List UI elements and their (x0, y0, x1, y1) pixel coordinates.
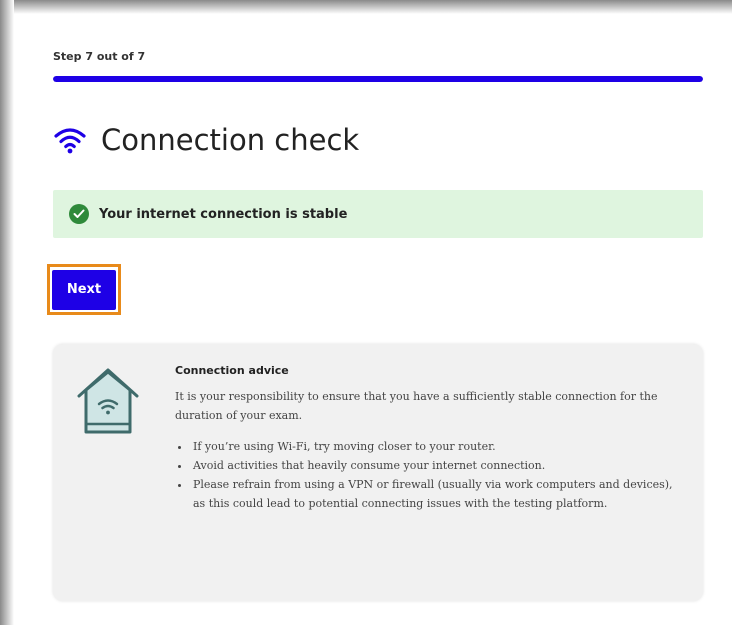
page-header: Connection check (53, 118, 359, 162)
progress-bar-fill (53, 76, 703, 82)
list-item: Avoid activities that heavily consume yo… (191, 456, 675, 475)
advice-list: If you’re using Wi-Fi, try moving closer… (175, 437, 675, 513)
wifi-icon (54, 128, 86, 154)
advice-content: Connection advice It is your responsibil… (175, 364, 675, 513)
check-circle-icon (69, 204, 89, 224)
connection-advice-card: Connection advice It is your responsibil… (53, 344, 703, 601)
step-indicator: Step 7 out of 7 (53, 50, 146, 63)
page-title: Connection check (101, 123, 360, 157)
status-message: Your internet connection is stable (99, 206, 348, 222)
connection-status-alert: Your internet connection is stable (53, 190, 703, 238)
window-shadow-left (0, 0, 14, 625)
list-item: If you’re using Wi-Fi, try moving closer… (191, 437, 675, 456)
progress-bar (53, 76, 703, 82)
window-shadow-top (0, 0, 732, 14)
next-button[interactable]: Next (52, 269, 116, 310)
house-wifi-icon (77, 368, 139, 434)
page-frame: Step 7 out of 7 Connection check Your in… (0, 0, 732, 625)
list-item: Please refrain from using a VPN or firew… (191, 475, 675, 513)
next-button-focus-ring: Next (47, 264, 121, 315)
advice-title: Connection advice (175, 364, 289, 377)
advice-text: It is your responsibility to ensure that… (175, 390, 658, 422)
